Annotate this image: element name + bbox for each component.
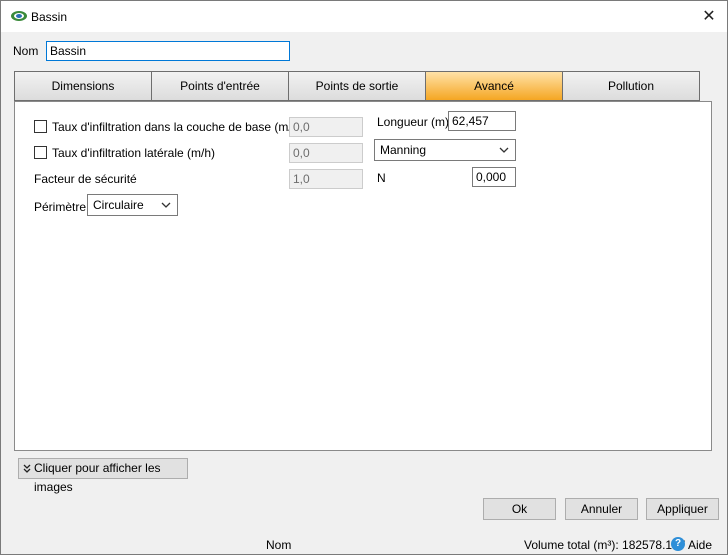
help-link[interactable]: Aide: [688, 538, 712, 552]
safety-factor-input[interactable]: 1,0: [289, 169, 363, 189]
help-icon[interactable]: ?: [671, 537, 685, 551]
cancel-button[interactable]: Annuler: [565, 498, 638, 520]
double-chevron-down-icon: [23, 464, 31, 473]
window-title: Bassin: [31, 10, 68, 24]
show-images-button[interactable]: Cliquer pour afficher les images: [18, 458, 188, 494]
n-label: N: [377, 171, 386, 185]
perimeter-label: Périmètre: [34, 200, 87, 214]
name-label: Nom: [13, 44, 39, 58]
app-icon: [11, 11, 27, 21]
dialog-window: Bassin ✕ Nom Bassin Dimensions Points d'…: [0, 0, 728, 555]
title-bar: Bassin ✕: [1, 1, 727, 32]
base-infiltration-label: Taux d'infiltration dans la couche de ba…: [52, 120, 303, 134]
apply-button[interactable]: Appliquer: [646, 498, 719, 520]
tab-dimensions[interactable]: Dimensions: [14, 71, 152, 101]
lateral-infiltration-checkbox[interactable]: [34, 146, 47, 159]
base-infiltration-checkbox[interactable]: [34, 120, 47, 133]
roughness-method-select[interactable]: Manning: [374, 139, 516, 161]
close-button[interactable]: ✕: [695, 5, 723, 29]
status-name: Nom: [266, 538, 292, 552]
n-input[interactable]: 0,000: [472, 167, 516, 187]
status-volume: Volume total (m³): 182578.157: [524, 538, 686, 552]
roughness-method-value: Manning: [380, 143, 427, 157]
length-label: Longueur (m): [377, 115, 450, 129]
tab-entry-points[interactable]: Points d'entrée: [151, 71, 289, 101]
chevron-down-icon: [161, 202, 171, 208]
ok-button[interactable]: Ok: [483, 498, 556, 520]
tab-pollution[interactable]: Pollution: [562, 71, 700, 101]
length-input[interactable]: 62,457: [448, 111, 516, 131]
tab-exit-points[interactable]: Points de sortie: [288, 71, 426, 101]
perimeter-value: Circulaire: [93, 198, 144, 212]
show-images-label: Cliquer pour afficher les images: [34, 461, 161, 494]
safety-factor-label: Facteur de sécurité: [34, 172, 137, 186]
base-infiltration-input[interactable]: 0,0: [289, 117, 363, 137]
lateral-infiltration-label: Taux d'infiltration latérale (m/h): [52, 146, 216, 160]
tab-bar: Dimensions Points d'entrée Points de sor…: [14, 71, 700, 101]
tab-advanced[interactable]: Avancé: [425, 71, 563, 101]
lateral-infiltration-input[interactable]: 0,0: [289, 143, 363, 163]
chevron-down-icon: [499, 147, 509, 153]
name-input[interactable]: Bassin: [46, 41, 290, 61]
perimeter-select[interactable]: Circulaire: [87, 194, 178, 216]
